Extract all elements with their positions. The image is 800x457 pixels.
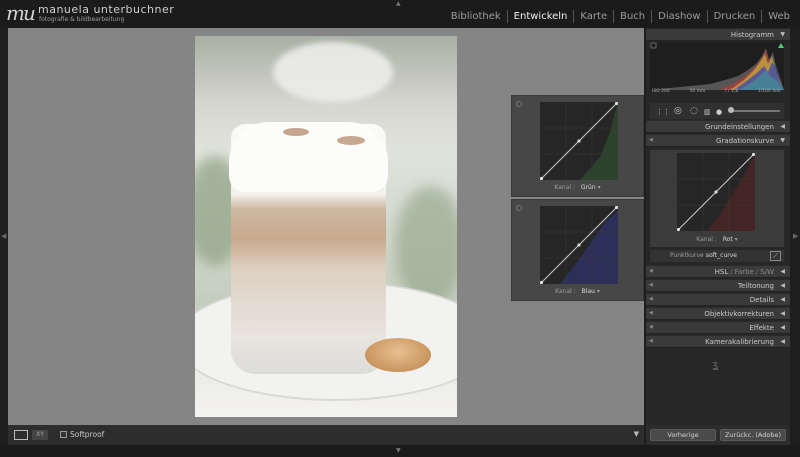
- collapse-triangle-icon: ◀: [780, 324, 785, 331]
- kanal-select-red[interactable]: Rot: [723, 236, 733, 243]
- kanal-row-green[interactable]: Kanal : Grün ▾: [512, 184, 643, 191]
- previous-settings-button[interactable]: Vorherige: [650, 429, 716, 441]
- iso-value: ISO 200: [652, 89, 670, 94]
- exif-readout: ISO 200 50 mm f / 1,8 1/160 Sek.: [652, 89, 782, 94]
- module-drucken[interactable]: Drucken: [706, 10, 762, 23]
- curve-panel-blue: Kanal : Blau ▾: [511, 199, 644, 301]
- photo-latte-macchiato[interactable]: [195, 36, 457, 417]
- module-diashow[interactable]: Diashow: [651, 10, 706, 23]
- panel-switch-icon[interactable]: ◀: [649, 268, 653, 274]
- section-hsl-header[interactable]: ◀ HSL / Farbe / S/W ◀: [646, 265, 790, 278]
- shutter-value: 1/160 Sek.: [757, 89, 782, 94]
- toolbar-options-chevron-icon[interactable]: ▼: [634, 430, 639, 438]
- collapse-triangle-icon: ▼: [780, 31, 785, 38]
- focal-length-value: 50 mm: [689, 89, 706, 94]
- collapse-triangle-icon: ◀: [780, 123, 785, 130]
- panel-switch-icon[interactable]: ◀: [649, 324, 653, 330]
- collapse-triangle-icon: ▼: [780, 137, 785, 144]
- tone-curve-red[interactable]: [677, 153, 755, 231]
- panel-switch-icon[interactable]: ◀: [649, 282, 653, 288]
- tool-strip: ⋮⋮ ◎ ◌ ▥ ●: [650, 103, 784, 119]
- panel-switch-icon[interactable]: ◀: [649, 296, 653, 302]
- spot-removal-icon[interactable]: ◎: [674, 106, 682, 116]
- right-panel-toggle-icon[interactable]: ▶: [793, 232, 798, 240]
- tab-sw[interactable]: S/W: [760, 268, 774, 276]
- section-effekte-header[interactable]: ◀ Effekte ◀: [646, 321, 790, 334]
- section-gradationskurve-header[interactable]: ◀ Gradationskurve ▼: [646, 134, 790, 147]
- tone-curve-blue[interactable]: [540, 206, 618, 284]
- section-teiltonung-header[interactable]: ◀ Teiltonung ◀: [646, 279, 790, 292]
- photo-cocoa-dust: [337, 136, 365, 145]
- collapse-triangle-icon: ◀: [780, 338, 785, 345]
- collapse-triangle-icon: ◀: [780, 282, 785, 289]
- section-grundeinstellungen-header[interactable]: Grundeinstellungen ◀: [646, 120, 790, 133]
- top-panel-toggle-icon[interactable]: ▲: [396, 0, 401, 7]
- bottom-toolbar: XY Softproof ▼: [8, 425, 644, 445]
- panel-end-ornament-icon: ʓ: [712, 358, 719, 371]
- top-bar: mu manuela unterbuchner fotografie & bil…: [0, 0, 800, 28]
- chevron-down-icon: ▾: [597, 184, 601, 191]
- module-karte[interactable]: Karte: [573, 10, 613, 23]
- softproof-checkbox[interactable]: [60, 431, 67, 438]
- chevron-down-icon: ▾: [596, 288, 600, 295]
- kanal-select-green[interactable]: Grün: [581, 184, 596, 191]
- collapse-triangle-icon: ◀: [780, 310, 785, 317]
- section-kamerakalibrierung-header[interactable]: ◀ Kamerakalibrierung ◀: [646, 335, 790, 348]
- curve-panel-green: Kanal : Grün ▾: [511, 95, 644, 197]
- panel-switch-icon[interactable]: ◀: [649, 137, 653, 143]
- aperture-value: f / 1,8: [725, 89, 739, 94]
- brand-name: manuela unterbuchner: [38, 3, 175, 16]
- section-histogram-header[interactable]: Histogramm ▼: [646, 28, 790, 41]
- histogram-chart[interactable]: [650, 42, 784, 90]
- kanal-row-red[interactable]: Kanal : Rot ▾: [650, 236, 784, 243]
- compare-view-button[interactable]: XY: [32, 430, 48, 440]
- panel-switch-icon[interactable]: ◀: [649, 338, 653, 344]
- panel-target-icon[interactable]: [516, 205, 522, 211]
- collapse-triangle-icon: ◀: [780, 268, 785, 275]
- brand-logo: mu: [6, 1, 36, 25]
- section-objektivkorrekturen-header[interactable]: ◀ Objektivkorrekturen ◀: [646, 307, 790, 320]
- filmstrip-toggle-icon[interactable]: ▼: [396, 447, 401, 454]
- panel-target-icon[interactable]: [516, 101, 522, 107]
- section-details-header[interactable]: ◀ Details ◀: [646, 293, 790, 306]
- tone-curve-green[interactable]: [540, 102, 618, 180]
- kanal-row-blue[interactable]: Kanal : Blau ▾: [512, 288, 643, 295]
- softproof-label: Softproof: [70, 430, 105, 439]
- left-panel-toggle-icon[interactable]: ◀: [1, 232, 6, 240]
- photo-cocoa-dust: [283, 128, 309, 136]
- punktkurve-row[interactable]: Punktkurve : soft_curve ⟋: [650, 250, 784, 262]
- module-picker: Bibliothek Entwickeln Karte Buch Diashow…: [445, 10, 796, 23]
- panel-switch-icon[interactable]: ◀: [649, 310, 653, 316]
- tab-farbe[interactable]: Farbe: [735, 268, 754, 276]
- point-curve-edit-icon[interactable]: ⟋: [770, 251, 781, 261]
- brand-tagline: fotografie & bildbearbeitung: [39, 16, 125, 23]
- photo-cookie: [365, 338, 431, 372]
- tool-slider-track[interactable]: [732, 110, 780, 112]
- punktkurve-select[interactable]: soft_curve: [706, 252, 737, 259]
- module-bibliothek[interactable]: Bibliothek: [445, 10, 507, 23]
- graduated-filter-icon[interactable]: ▥: [704, 107, 711, 117]
- kanal-select-blue[interactable]: Blau: [582, 288, 595, 295]
- module-entwickeln[interactable]: Entwickeln: [506, 10, 574, 23]
- filmstrip-collapsed: ▼: [0, 445, 800, 457]
- tab-hsl[interactable]: HSL: [715, 268, 729, 276]
- photo-background-cup: [273, 42, 393, 102]
- redeye-icon[interactable]: ◌: [690, 106, 698, 116]
- gradationskurve-panel: Kanal : Rot ▾: [650, 150, 784, 247]
- loupe-view-button[interactable]: [14, 430, 28, 440]
- reset-adobe-button[interactable]: Zurückc. (Adobe): [720, 429, 786, 441]
- develop-right-panel: Histogramm ▼ ISO 200 50 mm f / 1,8 1/160…: [646, 28, 790, 425]
- module-web[interactable]: Web: [761, 10, 796, 23]
- module-buch[interactable]: Buch: [613, 10, 651, 23]
- crop-overlay-icon[interactable]: ⋮⋮: [656, 107, 670, 117]
- right-panel-buttons: Vorherige Zurückc. (Adobe): [646, 425, 790, 445]
- tool-slider-knob[interactable]: [728, 107, 734, 113]
- collapse-triangle-icon: ◀: [780, 296, 785, 303]
- adjustment-brush-icon[interactable]: ●: [716, 107, 722, 117]
- chevron-down-icon: ▾: [734, 236, 738, 243]
